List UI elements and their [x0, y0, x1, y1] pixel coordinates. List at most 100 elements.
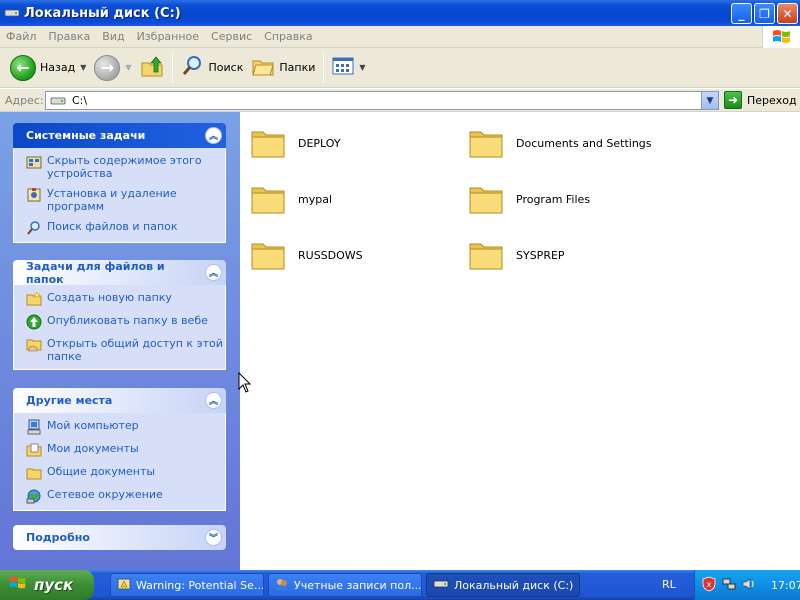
address-input[interactable]: C:\ ▼: [45, 91, 719, 110]
place-my-computer[interactable]: Мой компьютер: [26, 419, 225, 435]
back-label: Назад: [40, 61, 76, 74]
folder-icon: [468, 236, 504, 275]
folder-name: DEPLOY: [298, 137, 341, 150]
task-label: Сетевое окружение: [47, 488, 163, 501]
folders-button[interactable]: Папки: [247, 52, 319, 84]
expand-chevron-icon[interactable]: ︾: [205, 529, 222, 546]
toolbar: ← Назад ▼ → ▼ Поиск Папки ▼: [0, 48, 800, 88]
task-label: Мои документы: [47, 442, 139, 455]
task-search-files[interactable]: Поиск файлов и папок: [26, 220, 225, 236]
other-places-header[interactable]: Другие места ︽: [13, 388, 226, 413]
menu-edit[interactable]: Правка: [42, 30, 96, 43]
maximize-button[interactable]: ❐: [754, 3, 775, 24]
network-tray-icon[interactable]: [721, 576, 737, 595]
collapse-chevron-icon[interactable]: ︽: [205, 127, 222, 144]
file-tasks-panel: Задачи для файлов и папок ︽ Создать нову…: [13, 260, 226, 370]
close-button[interactable]: ✕: [777, 3, 798, 24]
taskbar: пуск Warning: Potential Se... Учетные за…: [0, 570, 800, 600]
search-button[interactable]: Поиск: [177, 52, 248, 84]
forward-arrow-icon: →: [94, 54, 121, 81]
views-dropdown-icon[interactable]: ▼: [359, 63, 365, 72]
windows-logo-icon: [8, 574, 28, 596]
window-title: Локальный диск (C:): [24, 5, 181, 21]
task-share-folder[interactable]: Открыть общий доступ к этой папке: [26, 337, 225, 363]
taskbar-item-local-disk[interactable]: Локальный диск (C:): [426, 573, 580, 597]
new-folder-icon: [26, 291, 42, 307]
menu-tools[interactable]: Сервис: [205, 30, 258, 43]
shared-documents-icon: [26, 465, 42, 481]
details-header[interactable]: Подробно ︾: [13, 525, 226, 550]
task-publish-web[interactable]: Опубликовать папку в вебе: [26, 314, 225, 330]
back-button[interactable]: ← Назад ▼: [6, 52, 90, 84]
collapse-chevron-icon[interactable]: ︽: [205, 392, 222, 409]
collapse-chevron-icon[interactable]: ︽: [205, 264, 222, 281]
folder-icon: [468, 180, 504, 219]
folder-name: mypal: [298, 193, 333, 206]
share-folder-icon: [26, 337, 42, 353]
go-button[interactable]: ➜ Переход: [724, 91, 797, 109]
toolbar-separator: [323, 52, 325, 83]
task-new-folder[interactable]: Создать новую папку: [26, 291, 225, 307]
task-label: Общие документы: [47, 465, 156, 478]
other-places-panel: Другие места ︽ Мой компьютер Мои докумен…: [13, 388, 226, 511]
task-hide-contents[interactable]: Скрыть содержимое этого устройства: [26, 154, 225, 180]
address-dropdown-icon[interactable]: ▼: [701, 92, 718, 109]
search-icon: [181, 54, 205, 81]
volume-icon[interactable]: [741, 576, 757, 595]
folder-item[interactable]: mypal: [250, 180, 332, 219]
menu-help[interactable]: Справка: [258, 30, 318, 43]
place-network[interactable]: Сетевое окружение: [26, 488, 225, 504]
system-tasks-panel: Системные задачи ︽ Скрыть содержимое это…: [13, 123, 226, 243]
menu-view[interactable]: Вид: [96, 30, 130, 43]
folder-up-icon: [140, 54, 164, 81]
folders-label: Папки: [279, 61, 316, 74]
forward-dropdown-icon[interactable]: ▼: [125, 63, 131, 72]
task-label: Установка и удаление программ: [47, 187, 177, 213]
place-shared-documents[interactable]: Общие документы: [26, 465, 225, 481]
taskbar-item-warning[interactable]: Warning: Potential Se...: [110, 573, 264, 597]
menu-file[interactable]: Файл: [0, 30, 42, 43]
menu-bar: Файл Правка Вид Избранное Сервис Справка: [0, 26, 800, 48]
folder-item[interactable]: Documents and Settings: [468, 124, 652, 163]
views-icon: [332, 56, 354, 79]
title-bar[interactable]: Локальный диск (C:) _ ❐ ✕: [0, 0, 800, 26]
my-documents-icon: [26, 442, 42, 458]
system-tasks-body: Скрыть содержимое этого устройства Устан…: [13, 148, 226, 243]
windows-logo-icon: [762, 26, 800, 48]
task-label: Открыть общий доступ к этой папке: [47, 337, 223, 363]
address-label: Адрес:: [5, 93, 44, 107]
views-button[interactable]: ▼: [328, 52, 369, 84]
menu-favorites[interactable]: Избранное: [131, 30, 205, 43]
language-indicator[interactable]: RL: [662, 578, 676, 591]
taskbar-item-user-accounts[interactable]: Учетные записи пол...: [268, 573, 422, 597]
forward-button[interactable]: → ▼: [90, 52, 135, 84]
file-tasks-header[interactable]: Задачи для файлов и папок ︽: [13, 260, 226, 286]
folder-item[interactable]: RUSSDOWS: [250, 236, 363, 275]
folder-name: SYSPREP: [516, 249, 565, 262]
task-label: Скрыть содержимое этого устройства: [47, 154, 202, 180]
mouse-cursor-icon: [238, 371, 252, 397]
minimize-button[interactable]: _: [731, 3, 752, 24]
task-add-remove-programs[interactable]: Установка и удаление программ: [26, 187, 225, 213]
system-tasks-title: Системные задачи: [26, 129, 146, 142]
back-dropdown-icon[interactable]: ▼: [80, 63, 86, 72]
up-button[interactable]: [136, 52, 168, 84]
back-arrow-icon: ←: [10, 54, 36, 81]
task-label: Мой компьютер: [47, 419, 139, 432]
hide-contents-icon: [26, 154, 42, 170]
start-button[interactable]: пуск: [0, 570, 94, 600]
search-label: Поиск: [208, 61, 244, 74]
publish-web-icon: [26, 314, 42, 330]
folder-name: Documents and Settings: [516, 137, 652, 150]
folder-item[interactable]: SYSPREP: [468, 236, 565, 275]
task-pane: Системные задачи ︽ Скрыть содержимое это…: [0, 112, 240, 570]
file-tasks-body: Создать новую папку Опубликовать папку в…: [13, 285, 226, 370]
my-computer-icon: [26, 419, 42, 435]
place-my-documents[interactable]: Мои документы: [26, 442, 225, 458]
clock[interactable]: 17:07: [771, 579, 800, 592]
warning-window-icon: [117, 577, 131, 594]
system-tasks-header[interactable]: Системные задачи ︽: [13, 123, 226, 148]
security-alert-icon[interactable]: x: [701, 576, 717, 595]
folder-item[interactable]: DEPLOY: [250, 124, 341, 163]
folder-item[interactable]: Program Files: [468, 180, 590, 219]
